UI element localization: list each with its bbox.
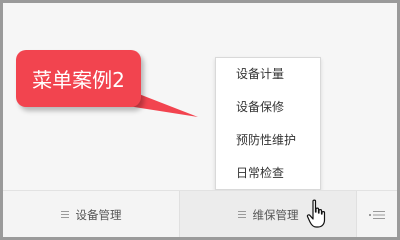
dropdown-menu: 设备计量 设备保修 预防性维护 日常检查 <box>215 57 321 190</box>
list-icon <box>369 210 385 219</box>
nav-maintenance-management[interactable]: 维保管理 <box>180 191 356 237</box>
app-frame: 菜单案例2 设备计量 设备保修 预防性维护 日常检查 设备管理 维保管理 <box>0 0 400 240</box>
nav-maintenance-management-label: 维保管理 <box>252 207 299 222</box>
menu-item-preventive-maintenance[interactable]: 预防性维护 <box>216 124 320 157</box>
menu-item-equipment-repair[interactable]: 设备保修 <box>216 91 320 124</box>
hand-pointer-icon <box>306 199 326 228</box>
menu-icon <box>60 211 69 218</box>
callout-text: 菜单案例2 <box>32 68 125 92</box>
menu-icon <box>237 211 246 218</box>
menu-item-daily-inspection[interactable]: 日常检查 <box>216 157 320 190</box>
nav-more[interactable] <box>357 191 397 237</box>
nav-equipment-management[interactable]: 设备管理 <box>3 191 179 237</box>
menu-item-equipment-metering[interactable]: 设备计量 <box>216 58 320 91</box>
callout-label: 菜单案例2 <box>16 50 141 107</box>
nav-equipment-management-label: 设备管理 <box>75 207 122 222</box>
bottom-nav-bar: 设备管理 维保管理 <box>3 190 397 237</box>
